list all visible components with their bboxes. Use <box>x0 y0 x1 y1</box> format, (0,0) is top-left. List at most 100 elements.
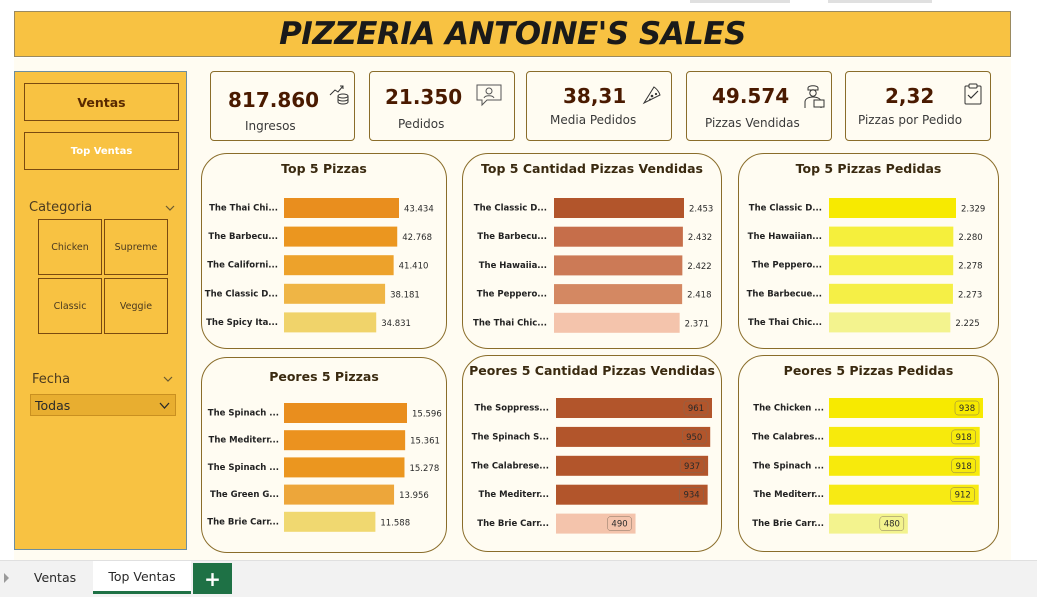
data-label: 961 <box>688 404 704 414</box>
bar-3[interactable] <box>284 457 405 478</box>
user-card-icon <box>476 84 502 107</box>
data-label: 2.453 <box>689 205 713 215</box>
category-label-the-classic-d: The Classic D... <box>749 204 822 214</box>
fecha-dropdown[interactable]: Todas <box>30 394 176 416</box>
tab-scroll-left-icon[interactable] <box>4 573 9 583</box>
chart-card-top-5-pedidas: Top 5 Pizzas Pedidas The Classic D... 2.3… <box>738 153 999 349</box>
categoria-tile-label: Veggie <box>119 300 153 312</box>
category-label-the-chicken: The Chicken ... <box>753 404 824 414</box>
data-label: 918 <box>956 462 972 472</box>
data-label: 937 <box>684 462 700 472</box>
bar-4[interactable] <box>554 284 683 305</box>
bar-chart-top-5-pedidas: The Classic D... 2.329 The Hawaiian... 2.28… <box>747 198 985 333</box>
data-label: 490 <box>611 520 627 530</box>
data-label: 2.371 <box>685 319 709 329</box>
bar-1[interactable] <box>829 198 956 218</box>
chart-card-top-5-cantidad: Top 5 Cantidad Pizzas Vendidas The Class… <box>462 153 722 349</box>
add-tab-button[interactable]: + <box>193 563 232 594</box>
bar-1[interactable] <box>554 198 684 218</box>
bar-5[interactable] <box>284 511 376 532</box>
bar-2[interactable] <box>554 226 683 247</box>
data-label: 2.278 <box>958 262 982 272</box>
data-label: 38.181 <box>390 290 420 300</box>
categoria-label: Categoria <box>29 200 93 215</box>
category-label-the-classic-d: The Classic D... <box>474 204 547 214</box>
data-label: 2.418 <box>687 291 711 301</box>
category-label-the-mediterr: The Mediterr... <box>754 490 824 500</box>
bar-4[interactable] <box>284 283 386 304</box>
title-bar: PIZZERIA ANTOINE'S SALES <box>14 11 1011 57</box>
category-label-the-green-g: The Green G... <box>210 490 279 500</box>
bar-chart-peores-5-cantidad: The Soppress... 961 The Spinach S... 950 The… <box>471 398 712 534</box>
data-label: 43.434 <box>404 205 434 215</box>
data-label: 2.280 <box>958 233 982 243</box>
bar-3[interactable] <box>284 255 394 276</box>
bar-2[interactable] <box>284 226 398 247</box>
bar-2[interactable] <box>829 226 954 247</box>
category-label-the-hawaiian: The Hawaiian... <box>748 232 822 242</box>
bar-4[interactable] <box>284 484 395 505</box>
tab-ventas[interactable]: Ventas <box>17 561 93 594</box>
sheet-tab-bar: Ventas Top Ventas + <box>0 560 1037 597</box>
data-label: 2.329 <box>961 205 985 215</box>
kpi-label: Pizzas Vendidas <box>705 116 800 130</box>
chart-card-peores-5-pedidas: Peores 5 Pizzas Pedidas The Chicken ... 9… <box>738 355 999 552</box>
data-label: 950 <box>686 433 702 443</box>
top-ventas-button[interactable]: Top Ventas <box>24 132 179 170</box>
dropdown-chevron-icon <box>159 402 170 409</box>
chart-card-peores-5-cantidad: Peores 5 Cantidad Pizzas Vendidas The So… <box>462 355 722 552</box>
tab-top-ventas[interactable]: Top Ventas <box>93 561 191 594</box>
bar-3[interactable] <box>554 255 683 276</box>
kpi-pizzas-por-pedido: 2,32 Pizzas por Pedido <box>845 71 991 141</box>
kpi-ingresos: 817.860 Ingresos <box>210 71 355 141</box>
categoria-tile-classic[interactable]: Classic <box>38 278 102 334</box>
category-label-the-thai-chic: The Thai Chic... <box>473 318 547 328</box>
data-label: 480 <box>884 520 900 530</box>
fecha-chevron-icon[interactable] <box>163 374 173 384</box>
tab-label: Top Ventas <box>108 568 176 584</box>
category-label-the-hawaiia: The Hawaiia... <box>479 261 547 271</box>
category-label-the-peppero: The Peppero... <box>752 261 822 271</box>
data-label: 938 <box>959 404 975 414</box>
data-label: 15.278 <box>409 464 439 474</box>
data-label: 11.588 <box>380 518 410 528</box>
coins-icon <box>329 85 349 105</box>
clipboard-icon <box>964 83 982 105</box>
bar-5[interactable] <box>554 312 680 333</box>
data-label: 2.432 <box>688 233 712 243</box>
data-label: 15.596 <box>412 410 442 420</box>
categoria-tile-chicken[interactable]: Chicken <box>38 219 102 275</box>
category-label-the-barbecu: The Barbecu... <box>208 232 278 242</box>
category-label-the-calabrese: The Calabrese... <box>471 461 549 471</box>
category-label-the-classic-d: The Classic D... <box>205 289 278 299</box>
bar-5[interactable] <box>829 312 951 333</box>
data-label: 42.768 <box>402 233 432 243</box>
pizza-slice-icon <box>642 86 661 105</box>
category-label-the-brie-carr: The Brie Carr... <box>752 519 824 529</box>
bar-3[interactable] <box>829 255 954 276</box>
category-label-the-mediterr: The Mediterr... <box>209 436 279 446</box>
category-label-the-thai-chi: The Thai Chi... <box>209 204 278 214</box>
bar-4[interactable] <box>829 283 953 304</box>
category-label-the-calabres: The Calabres... <box>752 432 824 442</box>
category-label-the-thai-chic: The Thai Chic... <box>748 318 822 328</box>
bar-5[interactable] <box>284 312 377 333</box>
kpi-value: 49.574 <box>712 84 790 108</box>
kpi-pizzas-vendidas: 49.574 Pizzas Vendidas <box>686 71 832 141</box>
kpi-label: Ingresos <box>245 119 296 133</box>
data-label: 41.410 <box>399 262 429 272</box>
bar-2[interactable] <box>284 430 406 451</box>
categoria-tile-supreme[interactable]: Supreme <box>104 219 168 275</box>
kpi-value: 21.350 <box>385 85 463 109</box>
kpi-media-pedidos: 38,31 Media Pedidos <box>526 71 672 141</box>
kpi-value: 817.860 <box>228 88 320 112</box>
category-label-the-spicy-ita: The Spicy Ita... <box>206 318 278 328</box>
bar-1[interactable] <box>284 403 407 423</box>
ventas-button[interactable]: Ventas <box>24 83 179 121</box>
bar-chart-peores-5-pizzas: The Spinach ... 15.596 The Mediterr... 15.3… <box>207 403 442 532</box>
bar-1[interactable] <box>284 198 399 218</box>
data-label: 34.831 <box>381 319 411 329</box>
categoria-chevron-icon[interactable] <box>165 203 175 213</box>
data-label: 2.225 <box>955 319 979 329</box>
categoria-tile-veggie[interactable]: Veggie <box>104 278 168 334</box>
